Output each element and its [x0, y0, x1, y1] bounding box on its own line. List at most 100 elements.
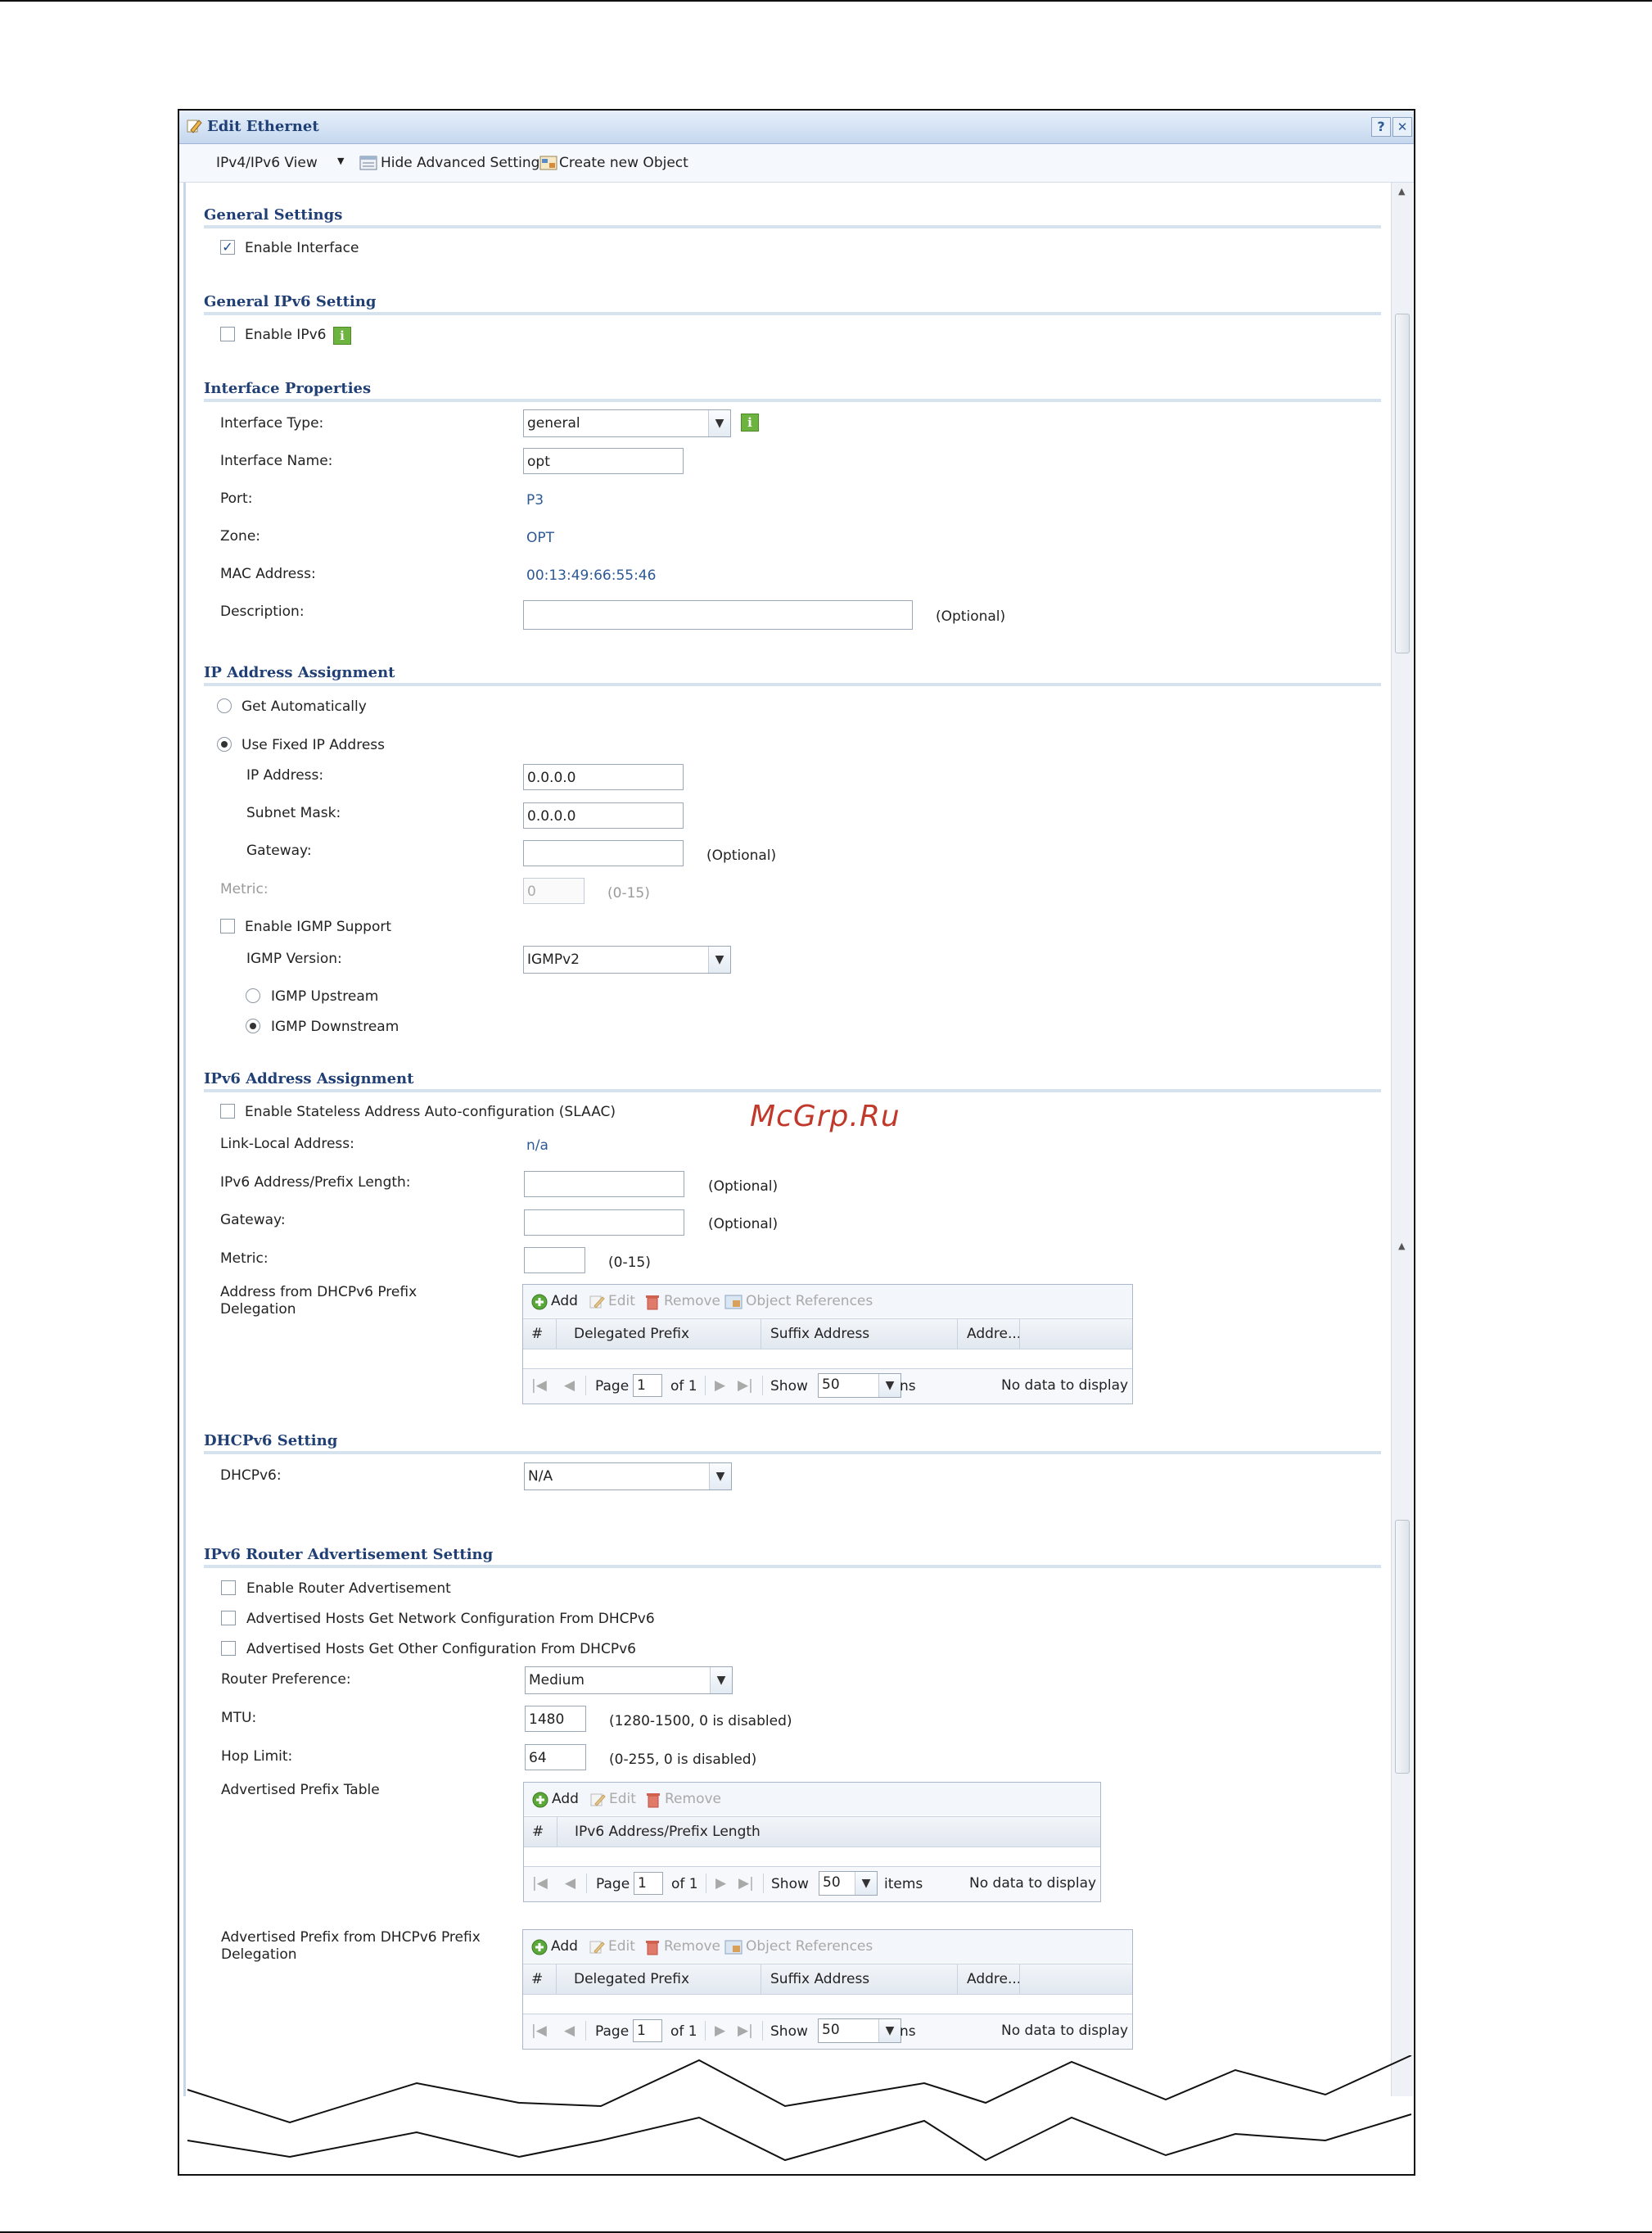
ipv6-info-icon[interactable]: i [333, 327, 351, 345]
col-number[interactable]: # [531, 1971, 543, 1987]
pager-show-select[interactable]: 50 ▼ [818, 1373, 901, 1398]
scroll-up-icon-2[interactable]: ▲ [1398, 1241, 1405, 1251]
help-button[interactable]: ? [1371, 117, 1391, 137]
hosts-other-config-checkbox[interactable] [221, 1641, 236, 1656]
gateway-input[interactable] [523, 840, 684, 866]
last-page-icon[interactable]: ▶| [738, 2023, 753, 2039]
enable-ipv6-checkbox[interactable] [220, 327, 235, 341]
col-delegated-prefix[interactable]: Delegated Prefix [574, 1326, 689, 1342]
metric-input[interactable]: 0 [523, 878, 585, 904]
close-button[interactable]: ✕ [1392, 117, 1412, 137]
description-input[interactable] [523, 600, 913, 630]
ip-address-input[interactable]: 0.0.0.0 [523, 764, 684, 790]
interface-name-input[interactable]: opt [523, 448, 684, 474]
section-ip-assignment: IP Address Assignment [204, 664, 395, 681]
hop-limit-input[interactable]: 64 [525, 1744, 586, 1770]
first-page-icon[interactable]: |◀ [531, 2023, 547, 2039]
col-address[interactable]: Addre... [967, 1326, 1021, 1342]
enable-igmp-checkbox[interactable] [220, 919, 235, 933]
section-divider [204, 683, 1381, 686]
pager-page-input[interactable]: 1 [633, 2019, 662, 2042]
subnet-mask-input[interactable]: 0.0.0.0 [523, 802, 684, 829]
edit-icon [589, 1295, 605, 1309]
grid-toolbar: Add Edit Remove [524, 1783, 1100, 1815]
igmp-version-select[interactable]: IGMPv2 ▼ [523, 946, 731, 974]
igmp-upstream-radio[interactable] [246, 988, 260, 1003]
grid-add-button[interactable]: Add [552, 1791, 579, 1807]
router-preference-value: Medium [529, 1672, 585, 1688]
add-icon [531, 1939, 548, 1955]
ipv6-gateway-hint: (Optional) [708, 1216, 779, 1232]
dhcpv6-select[interactable]: N/A ▼ [524, 1462, 732, 1490]
slaac-checkbox[interactable] [220, 1104, 235, 1119]
view-selector[interactable]: IPv4/IPv6 View [216, 155, 318, 171]
pager-page-input[interactable]: 1 [634, 1872, 663, 1895]
trash-icon [646, 1941, 659, 1955]
col-delegated-prefix[interactable]: Delegated Prefix [574, 1971, 689, 1987]
window-toolbar: IPv4/IPv6 View ▼ Hide Advanced Settings … [179, 144, 1414, 183]
col-suffix-address[interactable]: Suffix Address [770, 1326, 869, 1342]
use-fixed-ip-radio[interactable] [217, 737, 232, 752]
prev-page-icon[interactable]: ◀ [565, 1875, 575, 1892]
igmp-downstream-radio[interactable] [246, 1019, 260, 1033]
create-object-button[interactable]: Create new Object [559, 155, 688, 171]
pager-page-label: Page [595, 1378, 630, 1394]
col-address[interactable]: Addre... [967, 1971, 1021, 1987]
view-dropdown-arrow-icon[interactable]: ▼ [337, 156, 344, 166]
grid-add-button[interactable]: Add [551, 1293, 578, 1309]
interface-type-info-icon[interactable]: i [741, 414, 759, 432]
ipv6-metric-input[interactable] [524, 1247, 585, 1273]
mtu-input[interactable]: 1480 [525, 1706, 586, 1732]
grid-object-references-button[interactable]: Object References [746, 1293, 873, 1309]
enable-interface-checkbox[interactable]: ✓ [220, 240, 235, 255]
enable-interface-label: Enable Interface [245, 240, 359, 256]
chevron-down-icon: ▼ [708, 410, 730, 436]
ipv6-gateway-input[interactable] [524, 1209, 684, 1236]
col-ipv6-prefix[interactable]: IPv6 Address/Prefix Length [575, 1824, 761, 1840]
dhcpv6-label: DHCPv6: [220, 1467, 282, 1484]
scrollbar-thumb-2[interactable] [1395, 1520, 1410, 1774]
col-number[interactable]: # [532, 1824, 544, 1840]
advertised-prefix-grid: Add Edit Remove # IPv6 Address/Prefix Le… [523, 1782, 1101, 1902]
col-number[interactable]: # [531, 1326, 543, 1342]
pager-show-select[interactable]: 50 ▼ [819, 1871, 878, 1896]
grid-add-button[interactable]: Add [551, 1938, 578, 1955]
last-page-icon[interactable]: ▶| [738, 1875, 754, 1892]
scrollbar-thumb[interactable] [1395, 314, 1410, 653]
grid-edit-button[interactable]: Edit [609, 1791, 636, 1807]
grid-remove-button[interactable]: Remove [665, 1791, 721, 1807]
first-page-icon[interactable]: |◀ [532, 1875, 548, 1892]
next-page-icon[interactable]: ▶ [715, 1377, 725, 1394]
scroll-up-icon[interactable]: ▲ [1398, 186, 1405, 197]
pager-show-select[interactable]: 50 ▼ [818, 2018, 901, 2043]
router-preference-select[interactable]: Medium ▼ [525, 1666, 733, 1694]
prev-page-icon[interactable]: ◀ [564, 1377, 575, 1394]
next-page-icon[interactable]: ▶ [715, 1875, 726, 1892]
get-automatically-radio[interactable] [217, 698, 232, 713]
grid-edit-button[interactable]: Edit [608, 1293, 635, 1309]
grid-edit-button[interactable]: Edit [608, 1938, 635, 1955]
hide-advanced-button[interactable]: Hide Advanced Settings [381, 155, 547, 171]
pager-of-label: of 1 [670, 1378, 697, 1394]
grid-header-row: # IPv6 Address/Prefix Length [524, 1816, 1100, 1847]
interface-type-select[interactable]: general ▼ [523, 409, 731, 437]
add-icon [531, 1294, 548, 1310]
enable-ra-checkbox[interactable] [221, 1580, 236, 1595]
pager-page-input[interactable]: 1 [633, 1374, 662, 1397]
ipv6-metric-hint: (0-15) [608, 1254, 651, 1271]
description-hint: (Optional) [936, 608, 1006, 625]
grid-object-references-button[interactable]: Object References [746, 1938, 873, 1955]
vertical-scrollbar[interactable]: ▲ ▲ [1391, 183, 1413, 2174]
chevron-down-icon: ▼ [878, 2019, 900, 2042]
grid-remove-button[interactable]: Remove [664, 1938, 720, 1955]
next-page-icon[interactable]: ▶ [715, 2023, 725, 2039]
first-page-icon[interactable]: |◀ [531, 1377, 547, 1394]
delegation-grid: Add Edit Remove Object References # Dele… [522, 1284, 1133, 1404]
prev-page-icon[interactable]: ◀ [564, 2023, 575, 2039]
hosts-network-config-checkbox[interactable] [221, 1611, 236, 1625]
last-page-icon[interactable]: ▶| [738, 1377, 753, 1394]
ipv6-prefix-input[interactable] [524, 1171, 684, 1197]
edit-ethernet-window: Edit Ethernet ? ✕ IPv4/IPv6 View ▼ Hide … [178, 109, 1415, 2176]
col-suffix-address[interactable]: Suffix Address [770, 1971, 869, 1987]
grid-remove-button[interactable]: Remove [664, 1293, 720, 1309]
